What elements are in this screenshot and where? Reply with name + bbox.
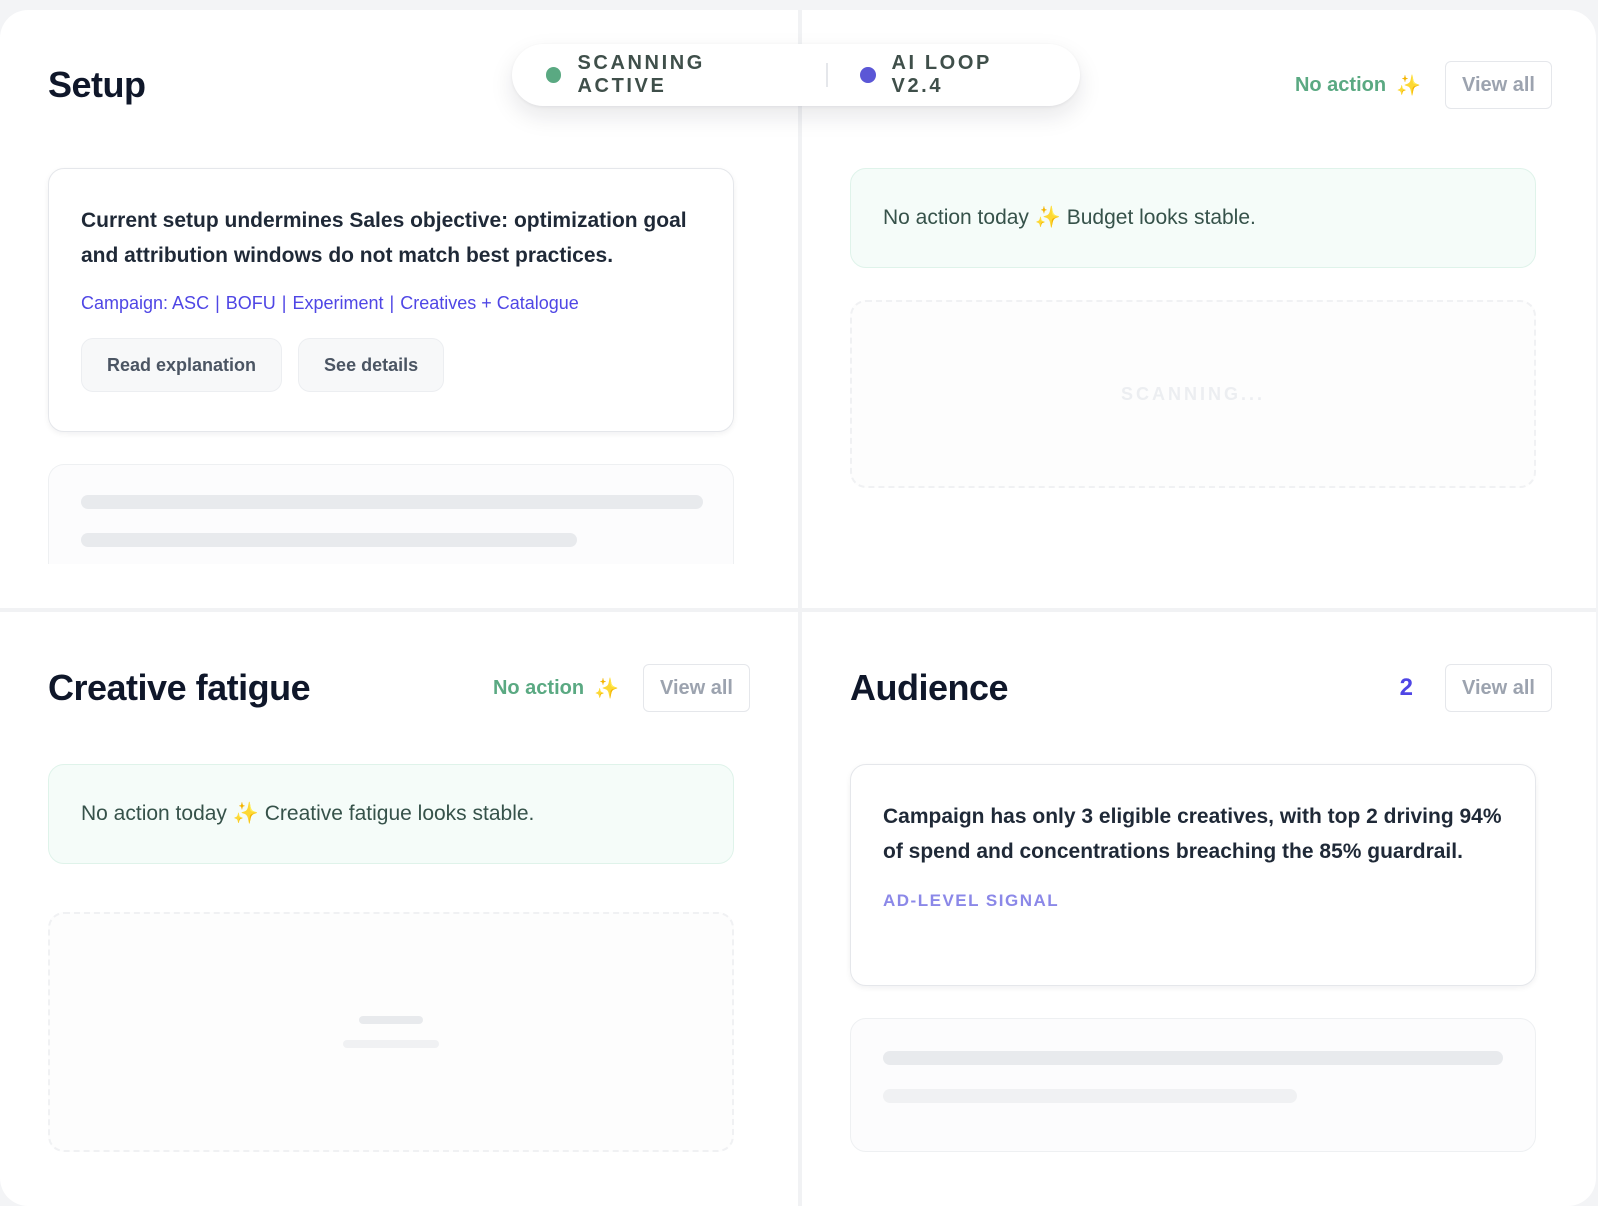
budget-status-card: No action today ✨ Budget looks stable. (850, 168, 1536, 268)
tag-experiment[interactable]: Experiment (292, 293, 383, 314)
scanning-text: SCANNING... (1120, 383, 1265, 404)
budget-header-actions: No action ✨ View all (1295, 61, 1552, 109)
audience-header-actions: 2 View all (1400, 664, 1552, 712)
audience-view-all-button[interactable]: View all (1444, 664, 1552, 712)
scanning-status: SCANNING ACTIVE (546, 52, 794, 98)
tag-bofu[interactable]: BOFU (226, 293, 276, 314)
skeleton-line (81, 495, 703, 509)
creative-status-text: No action today ✨ Creative fatigue looks… (81, 802, 535, 825)
status-pill: SCANNING ACTIVE AI LOOP V2.4 (512, 44, 1080, 106)
creative-header: Creative fatigue No action ✨ View all (48, 612, 750, 764)
setup-insight-card[interactable]: Current setup undermines Sales objective… (48, 168, 734, 432)
sparkle-icon: ✨ (594, 677, 619, 700)
skeleton-line (883, 1051, 1503, 1065)
tag-separator: | (281, 293, 287, 313)
audience-header: Audience 2 View all (850, 612, 1552, 764)
tag-separator: | (215, 293, 220, 313)
no-action-label: No action (492, 676, 585, 699)
creative-view-all-button[interactable]: View all (642, 664, 750, 712)
audience-insight-text: Campaign has only 3 eligible creatives, … (883, 805, 1502, 863)
skeleton-line (81, 533, 577, 547)
placeholder-line (359, 1016, 423, 1024)
sparkle-icon: ✨ (1396, 74, 1421, 97)
ai-loop-status: AI LOOP V2.4 (860, 52, 1046, 98)
scanning-dot-icon (546, 67, 562, 83)
audience-skeleton-card (850, 1018, 1536, 1152)
setup-title: Setup (48, 64, 146, 105)
skeleton-line (883, 1089, 1297, 1103)
creative-title: Creative fatigue (48, 667, 311, 708)
audience-title: Audience (850, 667, 1009, 708)
budget-view-all-button[interactable]: View all (1444, 61, 1552, 109)
audience-insight-card[interactable]: Campaign has only 3 eligible creatives, … (850, 764, 1536, 986)
creative-header-actions: No action ✨ View all (493, 664, 750, 712)
dashboard-board: Setup Current setup undermines Sales obj… (0, 10, 1596, 1206)
setup-skeleton-card (48, 464, 734, 564)
tag-campaign[interactable]: Campaign: ASC (81, 293, 209, 314)
creative-empty-placeholder (48, 912, 734, 1152)
audience-count-badge: 2 (1399, 674, 1413, 701)
ad-level-signal-label: AD-LEVEL SIGNAL (883, 891, 1060, 910)
creative-no-action-badge: No action ✨ (493, 676, 619, 701)
budget-scanning-placeholder: SCANNING... (850, 300, 1536, 488)
placeholder-line (343, 1040, 439, 1048)
setup-actions: Read explanation See details (81, 338, 701, 392)
setup-tags: Campaign: ASC | BOFU | Experiment | Crea… (81, 293, 701, 314)
no-action-label: No action (1294, 73, 1387, 96)
budget-status-text: No action today ✨ Budget looks stable. (883, 206, 1256, 229)
scanning-status-label: SCANNING ACTIVE (577, 52, 705, 97)
audience-panel: Audience 2 View all Campaign has only 3 … (802, 612, 1596, 1206)
creative-status-card: No action today ✨ Creative fatigue looks… (48, 764, 734, 864)
ai-loop-label: AI LOOP V2.4 (891, 52, 992, 97)
tag-separator: | (389, 293, 395, 313)
see-details-button[interactable]: See details (298, 338, 445, 392)
creative-fatigue-panel: Creative fatigue No action ✨ View all No… (0, 612, 798, 1206)
budget-no-action-badge: No action ✨ (1295, 73, 1421, 98)
setup-insight-text: Current setup undermines Sales objective… (81, 209, 687, 267)
read-explanation-button[interactable]: Read explanation (81, 338, 283, 392)
tag-creatives[interactable]: Creatives + Catalogue (400, 293, 579, 314)
ai-loop-dot-icon (860, 67, 876, 83)
pill-divider (826, 63, 829, 87)
